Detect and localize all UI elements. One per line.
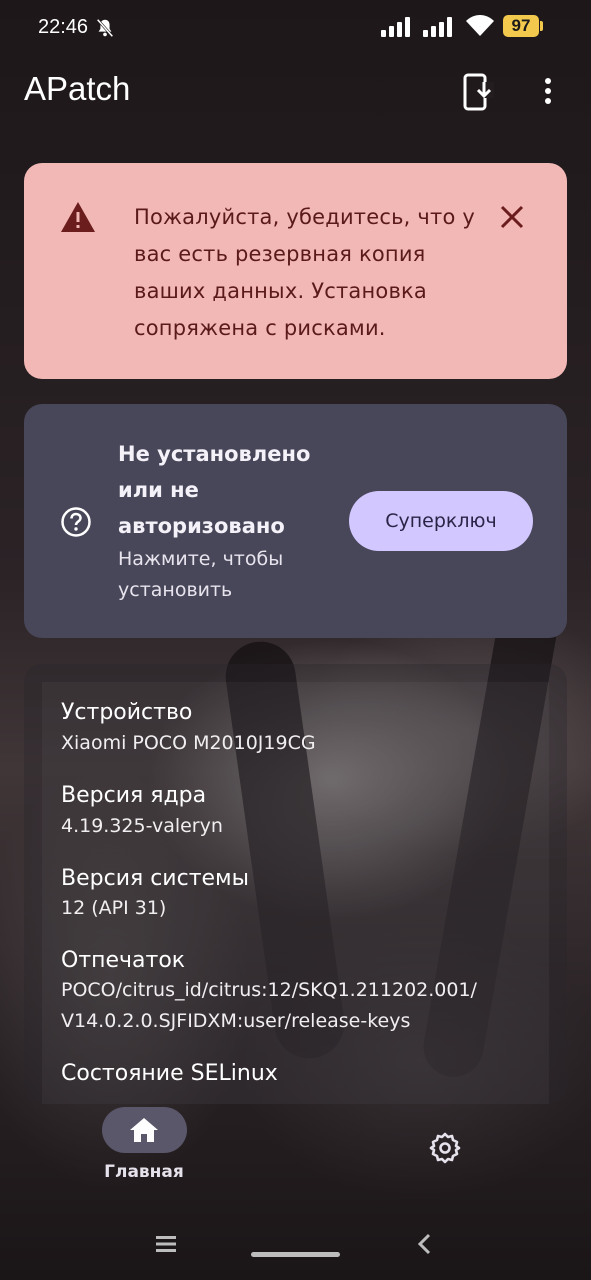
status-subtitle: Нажмите, чтобы установить (118, 548, 284, 601)
system-version-value: 12 (API 31) (61, 897, 167, 919)
fingerprint-value-line1: POCO/citrus_id/citrus:12/SKQ1.211202.001… (61, 979, 477, 1001)
fingerprint-label: Отпечаток (61, 948, 186, 973)
nav-home-label[interactable]: Главная (80, 1162, 208, 1182)
app-title: APatch (24, 70, 131, 107)
wifi-icon (466, 15, 494, 36)
nav-home-button[interactable] (102, 1107, 187, 1153)
status-time: 22:46 (38, 16, 89, 38)
backup-warning-card: Пожалуйста, убедитесь, что у вас есть ре… (24, 163, 567, 379)
bell-off-icon (96, 18, 114, 38)
warning-icon (61, 202, 95, 232)
device-label: Устройство (61, 700, 193, 725)
install-status-card[interactable]: Не установлено или не авторизовано Нажми… (24, 404, 567, 638)
battery-icon (540, 21, 543, 31)
warning-text: Пожалуйста, убедитесь, что у вас есть ре… (134, 205, 476, 340)
battery-level: 97 (503, 15, 539, 37)
signal-icon (381, 17, 410, 37)
fingerprint-value-line2: V14.0.2.0.SJFIDXM:user/release-keys (61, 1010, 411, 1032)
kernel-label: Версия ядра (61, 783, 207, 808)
more-vert-icon[interactable] (535, 76, 561, 106)
install-icon[interactable] (460, 72, 496, 112)
signal-icon (423, 17, 452, 37)
status-title: Не установлено или не авторизовано (118, 442, 311, 538)
close-icon[interactable] (498, 203, 526, 231)
system-version-label: Версия системы (61, 866, 250, 891)
device-value: Xiaomi POCO M2010J19CG (61, 732, 316, 754)
home-gesture-bar[interactable] (251, 1252, 340, 1257)
settings-icon[interactable] (428, 1131, 462, 1165)
back-icon[interactable] (416, 1233, 432, 1255)
help-circle-icon (61, 507, 91, 537)
status-bar: 22:46 97 (0, 0, 591, 56)
selinux-label: Состояние SELinux (61, 1061, 278, 1086)
home-icon (130, 1118, 158, 1142)
superkey-button[interactable]: Суперключ (349, 491, 533, 551)
kernel-value: 4.19.325-valeryn (61, 815, 223, 837)
recents-icon[interactable] (156, 1235, 176, 1253)
